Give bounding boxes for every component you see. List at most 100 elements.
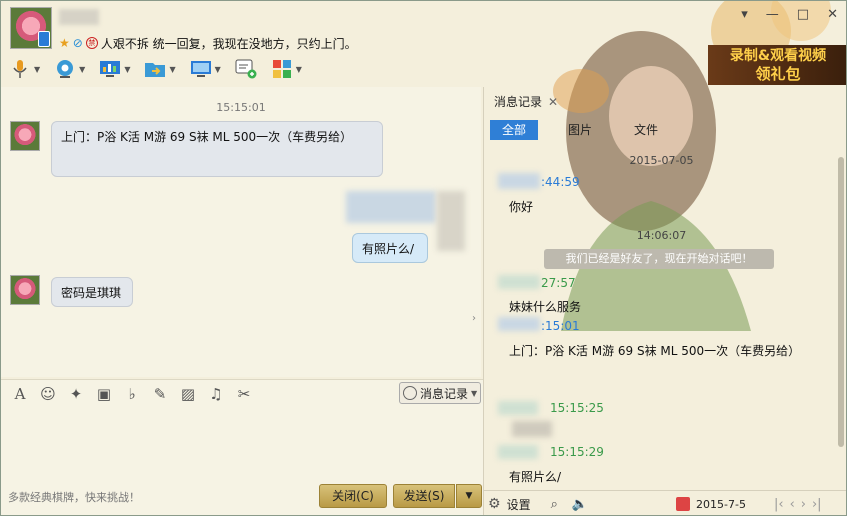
contact-nickname (59, 9, 99, 25)
qzone-icon[interactable]: ⊘ (73, 36, 83, 50)
ban-icon: 禁 (85, 37, 98, 49)
scrollbar-thumb[interactable] (838, 157, 844, 447)
nudge-icon[interactable]: ✦ (67, 385, 85, 403)
blurred-name (498, 317, 540, 331)
search-icon[interactable]: ⌕ (551, 497, 558, 512)
chevron-down-icon[interactable]: ▼ (34, 65, 40, 74)
history-tabs: 全部 图片 文件 (490, 120, 688, 140)
font-icon[interactable]: A (11, 385, 29, 403)
blurred-content (512, 421, 552, 437)
chevron-down-icon[interactable]: ▼ (296, 65, 302, 74)
app-grid-icon (272, 60, 291, 78)
contact-signature: 人艰不拆 统一回复，我现在没地方，只约上门。 (100, 36, 357, 51)
screen-share-icon (100, 61, 121, 77)
calendar-icon[interactable] (676, 497, 691, 511)
signature-row: ★ ⊘ 禁 人艰不拆 统一回复，我现在没地方，只约上门。 (59, 35, 357, 51)
history-header: 消息记录 ✕ (494, 93, 558, 110)
scissors-icon[interactable]: ✂ (235, 385, 253, 403)
send-button[interactable]: 发送(S) (393, 484, 455, 508)
close-button[interactable]: 关闭(C) (319, 484, 387, 508)
history-panel: 消息记录 ✕ 全部 图片 文件 2015-07-05 :44:59 你好 14:… (483, 87, 846, 515)
speaker-icon[interactable]: 🔈 (572, 497, 588, 512)
blurred-name (498, 173, 540, 189)
tab-files[interactable]: 文件 (622, 120, 670, 140)
blurred-avatar (346, 191, 436, 223)
message-input[interactable] (1, 407, 483, 483)
chevron-down-icon[interactable]: ▼ (124, 65, 130, 74)
emoji-icon[interactable]: ☺ (39, 385, 57, 403)
game-promo-link[interactable]: 多款经典棋牌，快来挑战！ (8, 489, 140, 505)
video-clip-icon[interactable]: ▣ (95, 385, 113, 403)
message-timestamp: 15:15:01 (216, 101, 266, 114)
chat-toolbar: ▼ ▼ ▼ ▼ ▼ ▼ (9, 57, 302, 81)
message-text: 上门：P浴 K活 M游 69 S袜 ML 500一次（车费另给） (61, 130, 353, 144)
message-text: 有照片么/ (362, 242, 415, 256)
send-options-button[interactable]: ▼ (456, 484, 482, 508)
voice-call-button[interactable]: ▼ (9, 57, 40, 81)
chevron-down-icon: ▼ (465, 491, 473, 501)
history-entry-time: :15:01 (541, 319, 580, 333)
screen-share-button[interactable]: ▼ (99, 57, 130, 81)
promo-line-2: 领礼包 (755, 65, 801, 83)
dropdown-menu-icon[interactable]: ▾ (741, 7, 748, 22)
history-entry-time: :44:59 (541, 175, 580, 189)
close-icon[interactable]: ✕ (827, 7, 838, 22)
chevron-down-icon[interactable]: ▼ (79, 65, 85, 74)
music-icon[interactable]: ♫ (207, 385, 225, 403)
blurred-name (498, 401, 538, 415)
promo-line-1: 录制&观看视频 (729, 48, 827, 64)
bottom-bar: 多款经典棋牌，快来挑战！ 关闭(C) 发送(S) ▼ (1, 483, 483, 515)
apps-button[interactable]: ▼ (271, 57, 302, 81)
image-icon[interactable]: ▨ (179, 385, 197, 403)
close-history-icon[interactable]: ✕ (548, 95, 558, 109)
last-page-icon[interactable]: ›| (812, 497, 822, 512)
chevron-down-icon[interactable]: ▼ (215, 65, 221, 74)
title-bar: ★ ⊘ 禁 人艰不拆 统一回复，我现在没地方，只约上门。 ▾ — □ ✕ ▼ ▼… (1, 1, 846, 87)
history-entry-text: 妹妹什么服务 (509, 300, 582, 314)
screenshot-icon (235, 59, 257, 79)
voice-message-icon[interactable]: ♭ (123, 385, 141, 403)
maximize-icon[interactable]: □ (797, 7, 809, 22)
tab-all[interactable]: 全部 (490, 120, 539, 140)
file-transfer-icon (145, 63, 166, 77)
remote-desktop-icon (190, 61, 211, 77)
chevron-down-icon[interactable]: ▼ (169, 65, 175, 74)
window-controls: ▾ — □ ✕ (741, 7, 838, 22)
blurred-name (498, 275, 540, 289)
history-title: 消息记录 (494, 95, 543, 109)
message-bubble-incoming: 上门：P浴 K活 M游 69 S袜 ML 500一次（车费另给） (51, 121, 383, 177)
clock-icon (403, 386, 417, 400)
star-icon: ★ (59, 36, 70, 50)
remote-desktop-button[interactable]: ▼ (190, 57, 221, 81)
promo-banner[interactable]: 录制&观看视频 领礼包 (708, 45, 846, 85)
settings-link[interactable]: 设置 (507, 496, 531, 513)
message-area: 15:15:01 上门：P浴 K活 M游 69 S袜 ML 500一次（车费另给… (1, 87, 481, 377)
message-bubble-incoming: 密码是琪琪 (51, 277, 133, 307)
video-call-button[interactable]: ▼ (54, 57, 85, 81)
history-scrollbar[interactable] (836, 147, 846, 487)
gear-icon[interactable]: ⚙ (488, 496, 501, 512)
first-page-icon[interactable]: |‹ (774, 497, 784, 512)
prev-page-icon[interactable]: ‹ (790, 497, 795, 512)
next-page-icon[interactable]: › (801, 497, 806, 512)
history-entry-time: 27:57 (541, 276, 576, 290)
chat-window: ★ ⊘ 禁 人艰不拆 统一回复，我现在没地方，只约上门。 ▾ — □ ✕ ▼ ▼… (0, 0, 847, 516)
history-footer-date[interactable]: 2015-7-5 (696, 498, 746, 511)
history-button-label: 消息记录 (420, 386, 469, 401)
blurred-content (437, 191, 465, 251)
file-transfer-button[interactable]: ▼ (144, 57, 176, 81)
history-entry-text: 你好 (509, 200, 534, 214)
avatar[interactable] (10, 121, 40, 151)
message-text: 密码是琪琪 (61, 286, 122, 300)
history-footer: ⚙ 设置 ⌕ 🔈 2015-7-5 |‹ ‹ › ›| (484, 490, 846, 515)
collapse-panel-icon[interactable]: › (472, 313, 476, 324)
screenshot-button[interactable] (235, 57, 257, 81)
tab-images[interactable]: 图片 (556, 120, 604, 140)
avatar[interactable] (10, 275, 40, 305)
mobile-online-icon (38, 31, 50, 47)
message-history-button[interactable]: 消息记录 ▼ (399, 382, 481, 404)
edit-icon[interactable]: ✎ (151, 385, 169, 403)
history-entry-time: 15:15:29 (550, 445, 604, 459)
message-bubble-outgoing: 有照片么/ (352, 233, 428, 263)
minimize-icon[interactable]: — (766, 7, 779, 22)
